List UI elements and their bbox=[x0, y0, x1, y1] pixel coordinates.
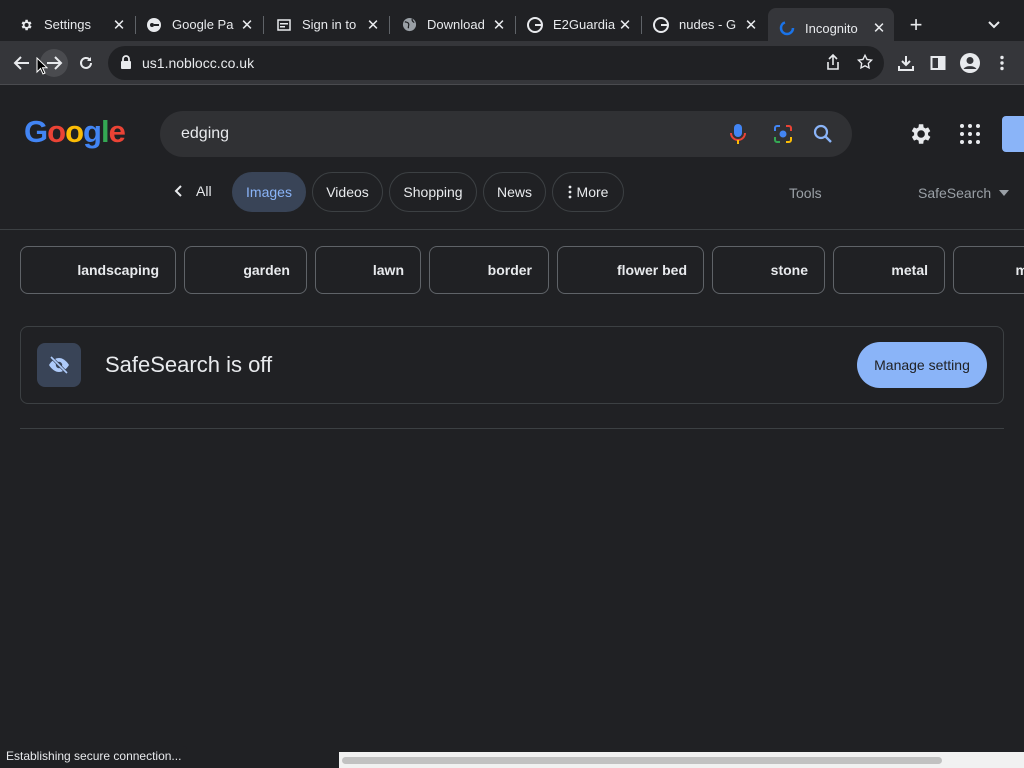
refinement-chip[interactable]: flower bed bbox=[557, 246, 704, 294]
side-panel-icon bbox=[930, 56, 946, 70]
status-bubble: Establishing secure connection... bbox=[0, 746, 188, 768]
chevron-left-icon bbox=[174, 185, 182, 197]
safesearch-label: SafeSearch bbox=[918, 185, 992, 201]
chevron-down-icon bbox=[988, 21, 1000, 29]
search-input[interactable]: edging bbox=[181, 125, 229, 143]
tab-title: Settings bbox=[44, 17, 91, 32]
url-text: us1.noblocc.co.uk bbox=[142, 55, 255, 71]
browser-toolbar: us1.noblocc.co.uk bbox=[0, 41, 1024, 85]
refinement-chip[interactable]: border bbox=[429, 246, 549, 294]
tab-title: Download bbox=[427, 17, 485, 32]
refinement-chip[interactable]: stone bbox=[712, 246, 825, 294]
tab-title: Incognito bbox=[805, 20, 858, 36]
bookmark-star-icon[interactable] bbox=[856, 53, 874, 76]
reload-button[interactable] bbox=[72, 49, 100, 77]
tab-shopping[interactable]: Shopping bbox=[389, 172, 477, 212]
reload-icon bbox=[80, 56, 92, 69]
scrollbar-thumb[interactable] bbox=[342, 757, 942, 764]
results-divider bbox=[20, 428, 1004, 429]
more-vertical-icon bbox=[568, 185, 571, 199]
tab-e2guardian[interactable]: E2Guardia ✕ bbox=[516, 8, 640, 41]
share-icon[interactable] bbox=[824, 53, 842, 76]
logo-letter: o bbox=[47, 114, 66, 149]
sign-in-button[interactable] bbox=[1002, 116, 1024, 152]
manage-setting-button[interactable]: Manage setting bbox=[857, 342, 987, 388]
logo-letter: G bbox=[24, 114, 48, 149]
close-icon[interactable]: ✕ bbox=[110, 16, 128, 34]
download-icon bbox=[898, 56, 914, 71]
tab-more-label: More bbox=[576, 184, 609, 200]
google-icon bbox=[653, 16, 669, 33]
camera-lens-icon[interactable] bbox=[772, 123, 794, 150]
tab-all-label: All bbox=[196, 183, 212, 199]
header-divider bbox=[0, 229, 1024, 230]
tab-more[interactable]: More bbox=[552, 172, 624, 212]
logo-letter: e bbox=[108, 114, 126, 149]
tab-google-search[interactable]: nudes - G ✕ bbox=[642, 8, 766, 41]
tab-settings[interactable]: Settings ✕ bbox=[0, 8, 134, 41]
dropdown-arrow-icon bbox=[999, 190, 1010, 196]
refinement-chip-label: m bbox=[1016, 262, 1024, 278]
horizontal-scrollbar[interactable] bbox=[339, 752, 1024, 768]
refinement-chip[interactable]: garden bbox=[184, 246, 307, 294]
microphone-icon[interactable] bbox=[728, 123, 748, 150]
tab-title: nudes - G bbox=[679, 17, 737, 32]
site-icon bbox=[276, 17, 292, 33]
search-box[interactable]: edging bbox=[160, 111, 852, 157]
address-bar[interactable]: us1.noblocc.co.uk bbox=[108, 46, 884, 80]
tab-download[interactable]: Download ✕ bbox=[390, 8, 514, 41]
globe-icon bbox=[401, 17, 417, 33]
close-icon[interactable]: ✕ bbox=[490, 16, 508, 34]
tab-google-passwords[interactable]: Google Pa ✕ bbox=[136, 8, 262, 41]
tab-all[interactable]: All bbox=[172, 183, 212, 199]
search-icon[interactable] bbox=[812, 123, 834, 150]
tools-button[interactable]: Tools bbox=[789, 185, 822, 201]
back-arrow-icon bbox=[13, 56, 29, 70]
safesearch-notice: SafeSearch is off Manage setting bbox=[20, 326, 1004, 404]
key-icon bbox=[146, 17, 162, 33]
refinement-chip[interactable]: landscaping bbox=[20, 246, 176, 294]
tab-title: Sign in to bbox=[302, 17, 357, 32]
gear-icon bbox=[18, 17, 34, 33]
mouse-cursor-icon bbox=[36, 57, 48, 75]
search-tabs: All Images Videos Shopping News More bbox=[0, 172, 1024, 214]
tab-videos[interactable]: Videos bbox=[312, 172, 383, 212]
refinement-chip[interactable]: m bbox=[953, 246, 1024, 294]
profile-button[interactable] bbox=[956, 49, 984, 77]
browser-menu-button[interactable] bbox=[988, 49, 1016, 77]
new-tab-button[interactable]: + bbox=[904, 12, 928, 37]
tab-title: Google Pa bbox=[172, 17, 234, 32]
google-logo[interactable]: Google bbox=[24, 114, 126, 150]
logo-letter: g bbox=[83, 114, 102, 149]
profile-icon bbox=[960, 53, 980, 73]
apps-grid-icon[interactable] bbox=[958, 122, 982, 151]
logo-letter: o bbox=[65, 114, 84, 149]
close-icon[interactable]: ✕ bbox=[616, 16, 634, 34]
tab-news[interactable]: News bbox=[483, 172, 546, 212]
close-icon[interactable]: ✕ bbox=[742, 16, 760, 34]
close-icon[interactable]: ✕ bbox=[238, 16, 256, 34]
tab-sign-in[interactable]: Sign in to ✕ bbox=[264, 8, 388, 41]
eye-off-icon bbox=[37, 343, 81, 387]
close-icon[interactable]: ✕ bbox=[364, 16, 382, 34]
refinement-chip[interactable]: lawn bbox=[315, 246, 421, 294]
tab-images[interactable]: Images bbox=[232, 172, 306, 212]
downloads-button[interactable] bbox=[892, 49, 920, 77]
safesearch-dropdown[interactable]: SafeSearch bbox=[918, 185, 1010, 201]
kebab-menu-icon bbox=[1000, 55, 1004, 71]
settings-gear-icon[interactable] bbox=[907, 121, 933, 152]
side-panel-button[interactable] bbox=[924, 49, 952, 77]
loading-icon bbox=[779, 20, 795, 36]
lock-icon bbox=[120, 55, 132, 74]
logo-letter: l bbox=[100, 114, 110, 149]
google-icon bbox=[527, 16, 543, 33]
refinement-chip[interactable]: metal bbox=[833, 246, 945, 294]
back-button[interactable] bbox=[8, 49, 36, 77]
tab-search-button[interactable] bbox=[982, 13, 1006, 37]
safesearch-message: SafeSearch is off bbox=[105, 352, 273, 377]
close-icon[interactable]: ✕ bbox=[870, 19, 888, 37]
tab-title: E2Guardia bbox=[553, 17, 616, 32]
